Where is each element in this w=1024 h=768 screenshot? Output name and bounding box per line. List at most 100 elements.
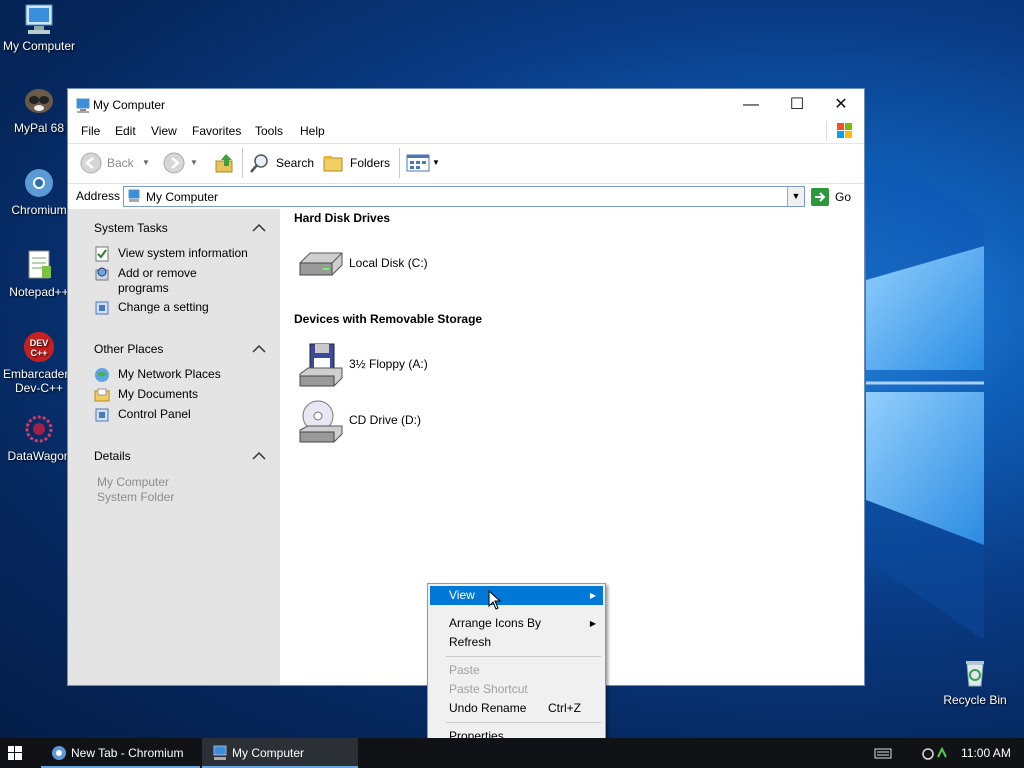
computer-icon [213,745,227,760]
toolbar: Back ▼ ▼ Search Folders ▼ [68,143,864,181]
taskbar-clock[interactable]: 11:00 AM [961,738,1011,768]
menu-tools[interactable]: Tools [255,124,283,138]
chevron-up-icon[interactable] [252,223,266,233]
details-name: My Computer [97,475,170,489]
desktop-icon-mypal[interactable]: MyPal 68 [1,84,77,135]
close-button[interactable]: ✕ [818,89,864,121]
search-icon [250,154,268,173]
folders-icon [323,156,343,172]
context-menu-separator [446,722,601,723]
system-tasks-heading[interactable]: System Tasks [94,221,168,235]
context-menu-arrange-icons-by[interactable]: Arrange Icons By ▶ [430,614,603,633]
drive-cd-d[interactable]: CD Drive (D:) [296,398,446,448]
taskbar: New Tab - Chromium My Computer 11:00 AM [0,738,1024,768]
drive-local-disk-c[interactable]: Local Disk (C:) [296,241,446,291]
menu-help[interactable]: Help [300,124,325,138]
context-menu-paste-shortcut[interactable]: Paste Shortcut [430,680,603,699]
control-panel-icon [95,301,109,315]
context-menu-paste[interactable]: Paste [430,661,603,680]
menu-edit[interactable]: Edit [115,124,136,138]
notepadpp-icon [22,248,56,282]
task-pane: System Tasks View system information Add… [68,209,280,685]
details-type: System Folder [97,490,175,504]
details-heading[interactable]: Details [94,449,131,463]
chromium-icon [52,746,66,760]
context-menu-refresh[interactable]: Refresh [430,633,603,652]
views-button[interactable]: ▼ [406,152,442,174]
toolbar-separator [242,148,243,178]
back-arrow-icon [80,152,102,174]
desktop-icon-devcpp[interactable]: DEV C++ Embarcadero Dev-C++ [1,330,77,395]
network-tray-icon [922,746,947,760]
my-documents-icon [94,388,110,402]
address-input[interactable]: My Computer ▼ [123,186,805,207]
desktop-icon-datawagon[interactable]: DataWagon [1,412,77,463]
drive-floppy-a[interactable]: 3½ Floppy (A:) [296,342,446,392]
computer-icon [76,98,90,114]
go-arrow-icon [811,188,829,206]
chromium-icon [22,166,56,200]
address-label: Address [76,189,121,203]
forward-dropdown-icon[interactable]: ▼ [190,152,198,174]
desktop-icon-recycle-bin[interactable]: Recycle Bin [937,656,1013,707]
keyboard-icon[interactable] [874,746,892,760]
cd-drive-icon [299,400,343,443]
up-folder-icon [215,154,233,173]
context-menu-undo-rename[interactable]: Undo Rename Ctrl+Z [430,699,603,718]
title-bar[interactable]: My Computer — ☐ ✕ [68,89,864,121]
chevron-up-icon[interactable] [252,344,266,354]
maximize-button[interactable]: ☐ [774,89,820,121]
forward-button[interactable]: ▼ [163,152,203,174]
window-title: My Computer [93,98,166,112]
folders-button[interactable]: Folders [322,152,392,174]
views-icon [406,154,430,172]
submenu-arrow-icon: ▶ [589,591,596,600]
address-dropdown-button[interactable]: ▼ [787,187,804,206]
menu-bar: File Edit View Favorites Tools Help [68,121,864,141]
back-button[interactable]: Back ▼ [80,152,150,174]
submenu-arrow-icon: ▶ [589,619,596,628]
computer-icon [128,189,140,203]
taskbar-button-chromium[interactable]: New Tab - Chromium [41,738,200,768]
svg-text:C++: C++ [30,348,47,358]
up-folder-button[interactable] [214,152,236,174]
hard-disk-icon [299,252,343,276]
devcpp-icon: DEV C++ [22,330,56,364]
windows-flag-icon [826,121,856,141]
menu-view[interactable]: View [151,124,177,138]
network-places-icon [95,368,109,382]
context-menu-separator [446,656,601,657]
start-button[interactable] [0,738,30,768]
minimize-button[interactable]: — [728,89,774,121]
computer-icon [22,2,56,36]
desktop-icon-notepadpp[interactable]: Notepad++ [1,248,77,299]
mypal-icon [22,84,56,118]
forward-arrow-icon [163,152,185,174]
add-remove-programs-icon [95,267,109,281]
menu-file[interactable]: File [81,124,100,138]
other-places-heading[interactable]: Other Places [94,342,163,356]
tray-icons[interactable] [920,745,952,761]
desktop-icon-my-computer[interactable]: My Computer [1,2,77,53]
chevron-up-icon[interactable] [252,451,266,461]
floppy-drive-icon [299,343,343,387]
control-panel-icon [95,408,109,422]
system-info-icon [95,246,109,262]
address-bar: Address My Computer ▼ Go [68,183,864,209]
taskbar-button-my-computer[interactable]: My Computer [202,738,358,768]
group-heading-removable-storage: Devices with Removable Storage [294,312,483,326]
svg-text:DEV: DEV [30,338,49,348]
desktop-icon-chromium[interactable]: Chromium [1,166,77,217]
datawagon-icon [22,412,56,446]
search-button[interactable]: Search [249,152,315,174]
views-dropdown-icon: ▼ [432,158,440,167]
group-heading-hard-disk-drives: Hard Disk Drives [294,211,391,225]
context-menu-view[interactable]: View ▶ [430,586,603,605]
menu-favorites[interactable]: Favorites [192,124,241,138]
mouse-cursor-icon [488,590,502,610]
context-menu: View ▶ Arrange Icons By ▶ Refresh Paste … [427,583,606,749]
back-dropdown-icon[interactable]: ▼ [142,152,150,174]
toolbar-separator [399,148,400,178]
windows-start-icon [8,746,22,760]
recycle-bin-icon [958,656,992,690]
